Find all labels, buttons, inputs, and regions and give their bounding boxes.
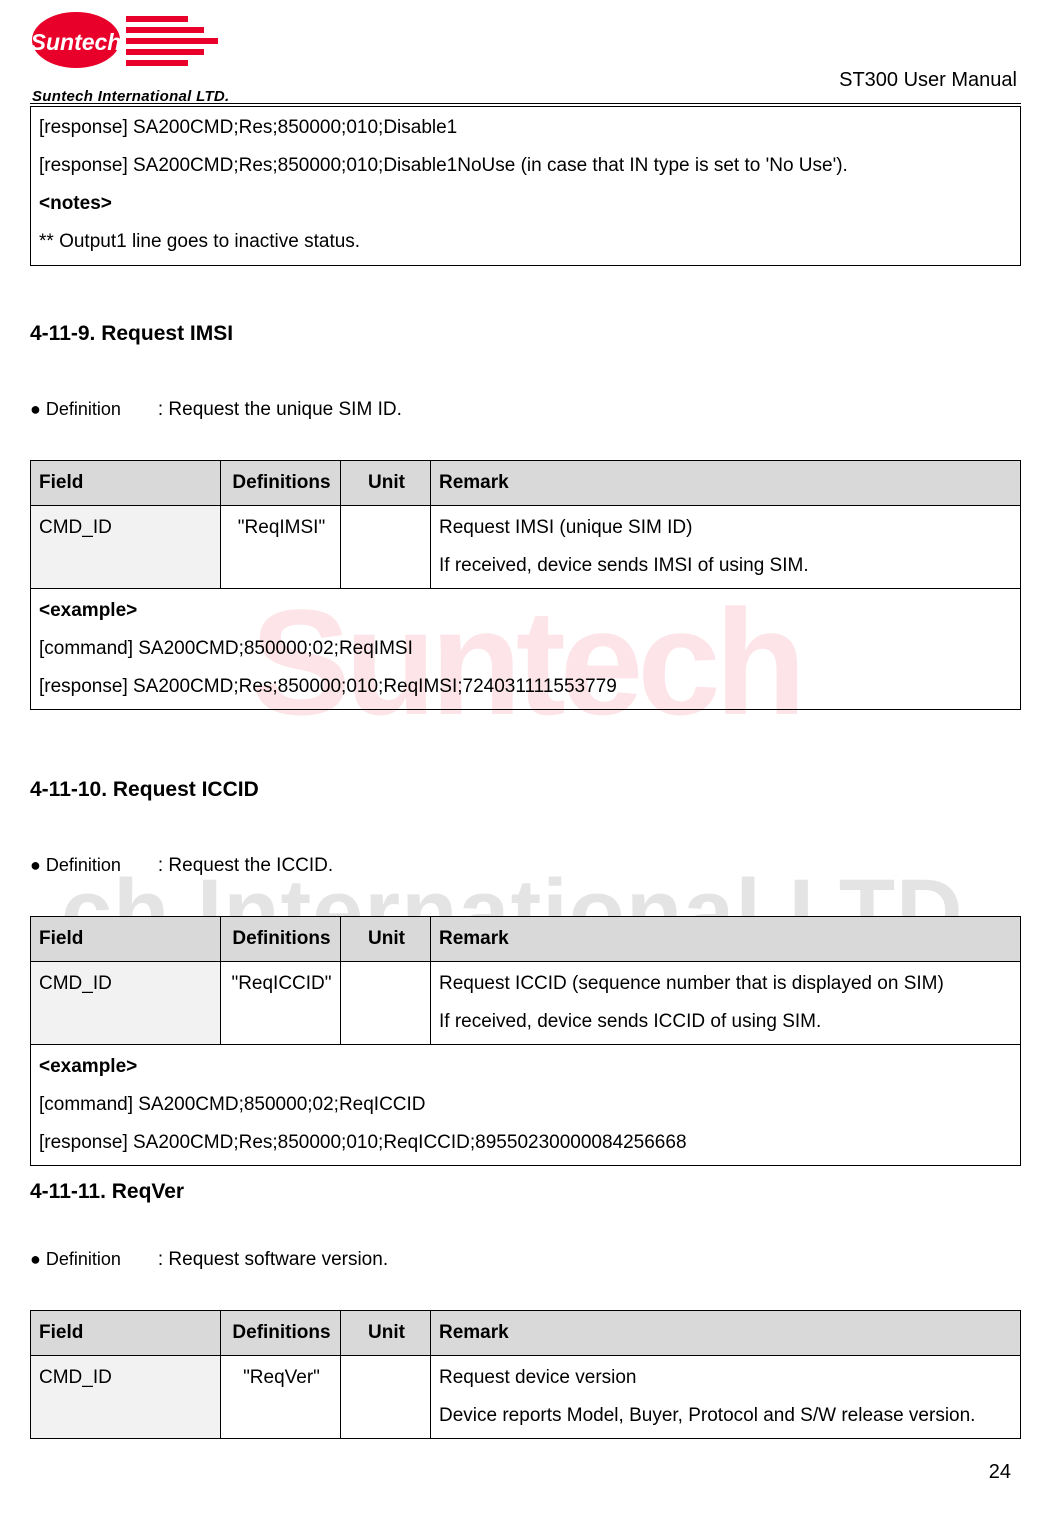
definition-label: ● Definition — [30, 399, 121, 419]
page-header: Suntech Suntech International LTD. ST300… — [30, 18, 1021, 104]
definition-row: ● Definition : Request the ICCID. — [30, 848, 1021, 884]
th-field: Field — [31, 1310, 221, 1355]
table-header-row: Field Definitions Unit Remark — [31, 1310, 1021, 1355]
example-label: <example> — [39, 592, 1014, 630]
company-logo: Suntech — [30, 10, 220, 74]
table-row: CMD_ID "ReqICCID" Request ICCID (sequenc… — [31, 961, 1021, 1044]
notes-box: [response] SA200CMD;Res;850000;010;Disab… — [30, 106, 1021, 266]
th-remark: Remark — [431, 1310, 1021, 1355]
example-label: <example> — [39, 1048, 1014, 1086]
remark-line: If received, device sends IMSI of using … — [439, 547, 1014, 585]
definition-row: ● Definition : Request software version. — [30, 1242, 1021, 1278]
example-response: [response] SA200CMD;Res;850000;010;ReqIC… — [39, 1124, 1014, 1162]
remark-line: Device reports Model, Buyer, Protocol an… — [439, 1397, 1014, 1435]
definition-label: ● Definition — [30, 1249, 121, 1269]
page-number: 24 — [989, 1453, 1011, 1491]
example-cell: <example> [command] SA200CMD;850000;02;R… — [31, 1044, 1021, 1165]
section-title-imsi: 4-11-9. Request IMSI — [30, 314, 1021, 354]
remark-line: Request device version — [439, 1359, 1014, 1397]
cell-field: CMD_ID — [31, 961, 221, 1044]
section-title-iccid: 4-11-10. Request ICCID — [30, 770, 1021, 810]
th-field: Field — [31, 916, 221, 961]
cell-unit — [341, 1355, 431, 1438]
table-row: CMD_ID "ReqVer" Request device version D… — [31, 1355, 1021, 1438]
remark-line: If received, device sends ICCID of using… — [439, 1003, 1014, 1041]
reqver-table: Field Definitions Unit Remark CMD_ID "Re… — [30, 1310, 1021, 1439]
th-unit: Unit — [341, 1310, 431, 1355]
definition-text: : Request the unique SIM ID. — [158, 399, 402, 420]
cell-unit — [341, 961, 431, 1044]
th-unit: Unit — [341, 460, 431, 505]
cell-unit — [341, 505, 431, 588]
definition-text: : Request software version. — [158, 1249, 388, 1270]
th-definitions: Definitions — [221, 460, 341, 505]
definition-label: ● Definition — [30, 855, 121, 875]
cell-remark: Request IMSI (unique SIM ID) If received… — [431, 505, 1021, 588]
response-line: [response] SA200CMD;Res;850000;010;Disab… — [39, 109, 1012, 147]
th-field: Field — [31, 460, 221, 505]
th-remark: Remark — [431, 460, 1021, 505]
cell-definitions: "ReqIMSI" — [221, 505, 341, 588]
example-command: [command] SA200CMD;850000;02;ReqICCID — [39, 1086, 1014, 1124]
remark-line: Request ICCID (sequence number that is d… — [439, 965, 1014, 1003]
cell-field: CMD_ID — [31, 505, 221, 588]
cell-field: CMD_ID — [31, 1355, 221, 1438]
cell-definitions: "ReqVer" — [221, 1355, 341, 1438]
example-command: [command] SA200CMD;850000;02;ReqIMSI — [39, 630, 1014, 668]
document-title: ST300 User Manual — [839, 61, 1017, 99]
table-header-row: Field Definitions Unit Remark — [31, 460, 1021, 505]
th-definitions: Definitions — [221, 916, 341, 961]
imsi-table: Field Definitions Unit Remark CMD_ID "Re… — [30, 460, 1021, 710]
table-row: CMD_ID "ReqIMSI" Request IMSI (unique SI… — [31, 505, 1021, 588]
th-definitions: Definitions — [221, 1310, 341, 1355]
response-line: [response] SA200CMD;Res;850000;010;Disab… — [39, 147, 1012, 185]
remark-line: Request IMSI (unique SIM ID) — [439, 509, 1014, 547]
definition-text: : Request the ICCID. — [158, 855, 333, 876]
note-line: ** Output1 line goes to inactive status. — [39, 223, 1012, 261]
example-row: <example> [command] SA200CMD;850000;02;R… — [31, 588, 1021, 709]
cell-remark: Request ICCID (sequence number that is d… — [431, 961, 1021, 1044]
notes-label: <notes> — [39, 185, 1012, 223]
section-title-reqver: 4-11-11. ReqVer — [30, 1172, 1021, 1212]
example-response: [response] SA200CMD;Res;850000;010;ReqIM… — [39, 668, 1014, 706]
cell-definitions: "ReqICCID" — [221, 961, 341, 1044]
table-header-row: Field Definitions Unit Remark — [31, 916, 1021, 961]
svg-text:Suntech: Suntech — [31, 29, 122, 55]
definition-row: ● Definition : Request the unique SIM ID… — [30, 392, 1021, 428]
example-cell: <example> [command] SA200CMD;850000;02;R… — [31, 588, 1021, 709]
th-remark: Remark — [431, 916, 1021, 961]
cell-remark: Request device version Device reports Mo… — [431, 1355, 1021, 1438]
iccid-table: Field Definitions Unit Remark CMD_ID "Re… — [30, 916, 1021, 1166]
th-unit: Unit — [341, 916, 431, 961]
example-row: <example> [command] SA200CMD;850000;02;R… — [31, 1044, 1021, 1165]
